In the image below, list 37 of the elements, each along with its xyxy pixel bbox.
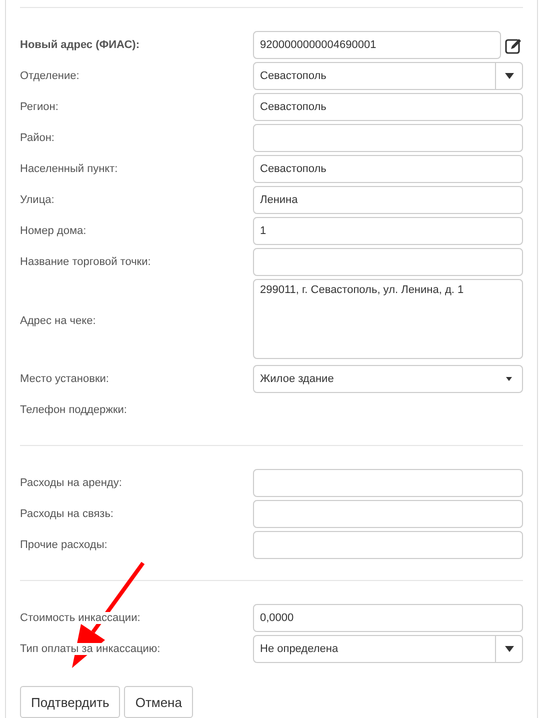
field-label: Номер дома:	[20, 225, 86, 237]
caret-icon	[506, 377, 512, 381]
input-field[interactable]	[253, 124, 523, 152]
select-field[interactable]: Не определена	[253, 635, 523, 663]
input-field[interactable]: 1	[253, 217, 523, 245]
field-label: Населенный пункт:	[20, 163, 118, 175]
confirm-button[interactable]: Подтвердить	[20, 686, 120, 718]
field-label: Новый адрес (ФИАС):	[20, 39, 140, 51]
select-field[interactable]: Жилое здание	[253, 365, 523, 393]
input-field[interactable]	[253, 500, 523, 528]
field-label: Расходы на аренду:	[20, 477, 122, 489]
field-label: Тип оплаты за инкассацию:	[20, 643, 160, 655]
input-field[interactable]: Севастополь	[253, 155, 523, 183]
field-label: Телефон поддержки:	[20, 404, 127, 416]
field-label: Стоимость инкассации:	[20, 612, 140, 624]
caret-icon	[504, 73, 514, 79]
field-label: Улица:	[20, 194, 54, 206]
edit-icon[interactable]	[505, 36, 523, 54]
select-field[interactable]: Севастополь	[253, 62, 523, 90]
input-field[interactable]	[253, 531, 523, 559]
field-label: Отделение:	[20, 70, 80, 82]
field-label: Название торговой точки:	[20, 256, 151, 268]
input-field[interactable]: 0,0000	[253, 604, 523, 632]
field-label: Регион:	[20, 101, 58, 113]
textarea-field[interactable]: 299011, г. Севастополь, ул. Ленина, д. 1	[253, 279, 523, 359]
field-label: Адрес на чеке:	[20, 314, 96, 326]
field-label: Прочие расходы:	[20, 539, 108, 551]
input-field[interactable]: Ленина	[253, 186, 523, 214]
field-label: Место установки:	[20, 373, 109, 385]
input-field[interactable]: Севастополь	[253, 93, 523, 121]
input-field[interactable]	[253, 248, 523, 276]
input-field[interactable]: 9200000000004690001	[253, 31, 501, 59]
input-field[interactable]	[253, 469, 523, 497]
caret-icon	[504, 646, 514, 652]
cancel-button[interactable]: Отмена	[124, 686, 193, 718]
field-label: Район:	[20, 132, 54, 144]
field-label: Расходы на связь:	[20, 508, 114, 520]
